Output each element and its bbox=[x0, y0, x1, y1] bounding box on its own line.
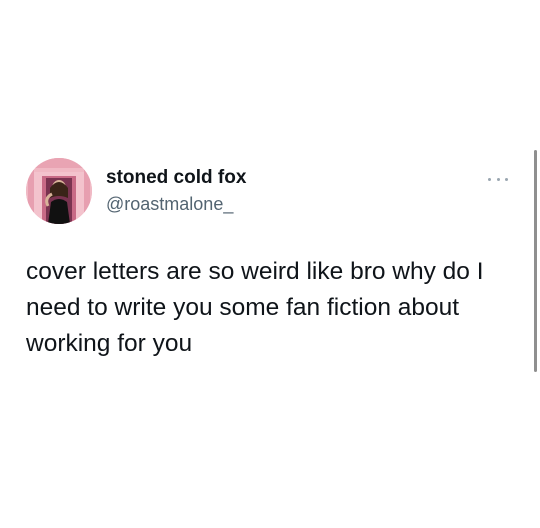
tweet-header: stoned cold fox @roastmalone_ bbox=[26, 154, 516, 228]
avatar[interactable] bbox=[26, 158, 92, 224]
author-info: stoned cold fox @roastmalone_ bbox=[106, 166, 246, 216]
dot-icon bbox=[505, 177, 508, 181]
tweet-card[interactable]: stoned cold fox @roastmalone_ cover lett… bbox=[26, 154, 516, 362]
more-options-icon[interactable] bbox=[488, 174, 508, 184]
display-name[interactable]: stoned cold fox bbox=[106, 166, 246, 190]
page: stoned cold fox @roastmalone_ cover lett… bbox=[0, 0, 540, 528]
dot-icon bbox=[496, 177, 500, 181]
scrollbar[interactable] bbox=[534, 150, 537, 372]
dot-icon bbox=[488, 177, 491, 181]
tweet-text: cover letters are so weird like bro why … bbox=[26, 258, 491, 357]
profile-photo-icon bbox=[26, 158, 92, 224]
user-handle[interactable]: @roastmalone_ bbox=[106, 192, 246, 216]
